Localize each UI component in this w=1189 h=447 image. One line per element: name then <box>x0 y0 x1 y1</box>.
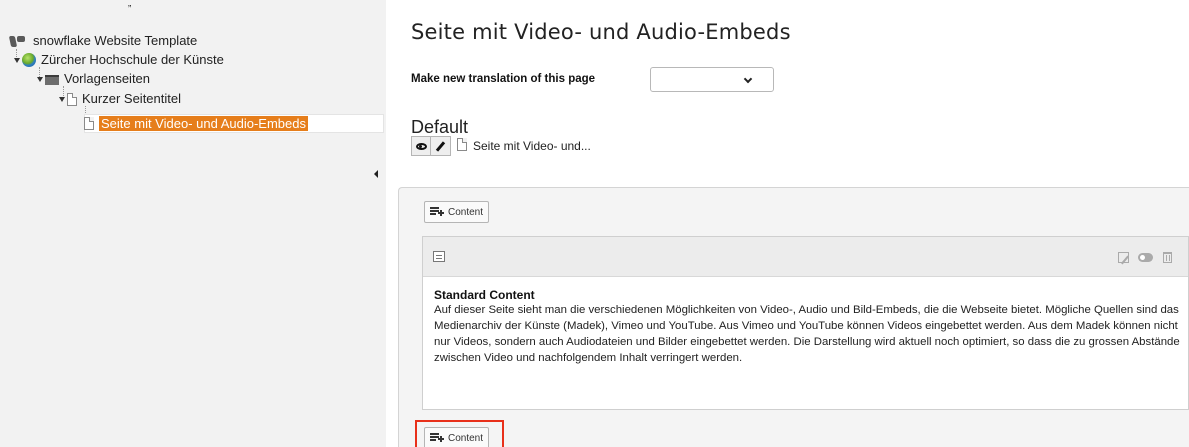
globe-icon <box>22 53 36 67</box>
toggle-icon <box>1137 252 1153 262</box>
content-element: Standard Content Auf dieser Seite sieht … <box>422 236 1189 410</box>
corner-mark: „ <box>128 0 132 9</box>
language-heading: Default <box>411 117 469 137</box>
tree-item-label: Kurzer Seitentitel <box>82 91 181 106</box>
delete-content-button[interactable] <box>1157 249 1177 265</box>
trash-icon <box>1162 251 1172 263</box>
tree-item-vorlagenseiten[interactable]: Vorlagenseiten <box>37 70 150 88</box>
tree-item-label: Seite mit Video- und Audio-Embeds <box>99 116 308 131</box>
edit-content-button[interactable] <box>1113 249 1133 265</box>
add-content-label: Content <box>448 206 484 218</box>
add-content-button[interactable]: Content <box>424 201 490 223</box>
page-title: Seite mit Video- und Audio-Embeds <box>411 20 791 44</box>
page-icon <box>457 138 467 151</box>
edit-icon <box>1117 251 1129 263</box>
folder-icon <box>45 74 59 85</box>
expand-toggle-icon[interactable] <box>37 76 43 82</box>
new-content-icon <box>430 206 444 218</box>
chevron-down-icon <box>743 74 753 84</box>
content-element-header <box>423 237 1188 277</box>
text-content-type-icon <box>433 251 445 262</box>
tree-item-selected[interactable]: Seite mit Video- und Audio-Embeds <box>84 114 384 133</box>
translation-select[interactable] <box>650 67 774 92</box>
tree-item-kurzer-seitentitel[interactable]: Kurzer Seitentitel <box>59 90 181 108</box>
page-icon <box>84 117 94 130</box>
page-tree: „ snowflake Website Template Zürcher Hoc… <box>0 0 386 447</box>
pencil-icon <box>435 140 446 152</box>
typo3-logo-icon <box>8 36 26 47</box>
content-element-text: Auf dieser Seite sieht man die verschied… <box>434 304 1180 364</box>
page-icon <box>67 92 77 106</box>
tree-item-label: Zürcher Hochschule der Künste <box>41 52 224 67</box>
collapse-panel-arrow-icon[interactable] <box>374 170 378 178</box>
page-short-title: Seite mit Video- und... <box>473 139 591 153</box>
add-content-button[interactable]: Content <box>424 427 490 447</box>
eye-icon <box>415 142 427 150</box>
expand-toggle-icon[interactable] <box>14 57 20 63</box>
edit-page-button[interactable] <box>431 136 451 156</box>
expand-toggle-icon[interactable] <box>59 96 65 102</box>
tree-root-label: snowflake Website Template <box>33 33 198 48</box>
translation-label: Make new translation of this page <box>411 73 596 85</box>
add-content-label: Content <box>448 432 484 444</box>
toggle-visibility-button[interactable] <box>1135 249 1155 265</box>
tree-item-zhdk[interactable]: Zürcher Hochschule der Künste <box>14 51 224 69</box>
tree-root[interactable]: snowflake Website Template <box>33 32 197 50</box>
new-content-icon <box>430 432 444 444</box>
tree-item-label: Vorlagenseiten <box>64 71 151 86</box>
view-page-button[interactable] <box>411 136 431 156</box>
content-element-title: Standard Content <box>434 288 535 302</box>
